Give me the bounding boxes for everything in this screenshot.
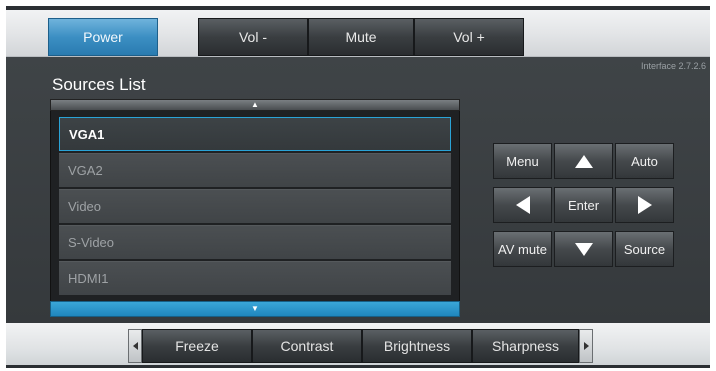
main-panel: Interface 2.7.2.6 Sources List ▲ VGA1 VG… (6, 57, 710, 323)
source-item-s-video[interactable]: S-Video (59, 225, 451, 259)
scroll-up-icon: ▲ (251, 100, 259, 109)
volume-down-button[interactable]: Vol - (198, 18, 308, 56)
scroll-left-button[interactable] (128, 329, 142, 363)
source-item-vga1[interactable]: VGA1 (59, 117, 451, 151)
down-button[interactable] (554, 231, 613, 267)
contrast-button[interactable]: Contrast (252, 329, 362, 363)
av-mute-button[interactable]: AV mute (493, 231, 552, 267)
left-button[interactable] (493, 187, 552, 223)
right-arrow-icon (637, 196, 652, 214)
source-item-video[interactable]: Video (59, 189, 451, 223)
scroll-right-button[interactable] (579, 329, 593, 363)
auto-button[interactable]: Auto (615, 143, 674, 179)
sources-list: ▲ VGA1 VGA2 Video S-Video HDMI1 ▼ (50, 99, 460, 317)
interface-version: Interface 2.7.2.6 (640, 61, 706, 71)
power-button[interactable]: Power (48, 18, 158, 56)
source-item-hdmi1[interactable]: HDMI1 (59, 261, 451, 295)
scroll-down-button[interactable]: ▼ (50, 301, 460, 317)
mute-button[interactable]: Mute (308, 18, 414, 56)
source-item-vga2[interactable]: VGA2 (59, 153, 451, 187)
enter-button[interactable]: Enter (554, 187, 613, 223)
right-button[interactable] (615, 187, 674, 223)
menu-button[interactable]: Menu (493, 143, 552, 179)
freeze-button[interactable]: Freeze (142, 329, 252, 363)
up-button[interactable] (554, 143, 613, 179)
chevron-left-icon (132, 342, 138, 350)
up-arrow-icon (574, 154, 593, 168)
volume-up-button[interactable]: Vol + (414, 18, 524, 56)
sources-list-body: VGA1 VGA2 Video S-Video HDMI1 (50, 111, 460, 301)
brightness-button[interactable]: Brightness (362, 329, 472, 363)
down-arrow-icon (574, 242, 593, 256)
source-button[interactable]: Source (615, 231, 674, 267)
scroll-up-button[interactable]: ▲ (50, 99, 460, 111)
top-toolbar: Power Vol - Mute Vol + (6, 6, 710, 57)
sharpness-button[interactable]: Sharpness (472, 329, 579, 363)
scroll-down-icon: ▼ (251, 304, 259, 313)
sources-list-title: Sources List (52, 75, 146, 94)
projector-web-control: Power Vol - Mute Vol + Interface 2.7.2.6… (0, 0, 716, 371)
chevron-right-icon (583, 342, 589, 350)
bottom-toolbar: Freeze Contrast Brightness Sharpness (6, 323, 710, 368)
left-arrow-icon (515, 196, 530, 214)
